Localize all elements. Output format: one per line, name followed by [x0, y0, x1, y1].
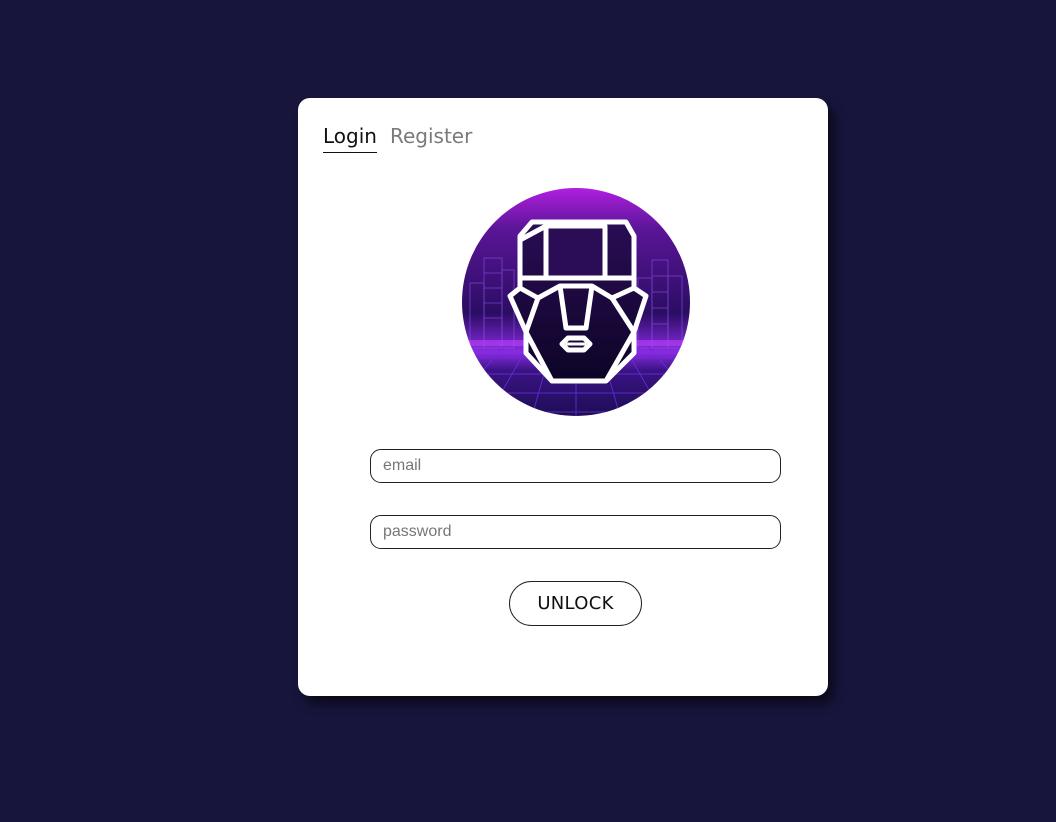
unlock-button[interactable]: UNLOCK	[509, 581, 642, 626]
auth-tabs: Login Register	[323, 122, 472, 153]
tab-login[interactable]: Login	[323, 122, 377, 153]
robot-face-icon	[462, 188, 690, 416]
email-input[interactable]	[370, 449, 781, 483]
tab-register[interactable]: Register	[390, 122, 472, 153]
login-card: Login Register email UNLOCK	[298, 98, 828, 696]
password-input[interactable]	[370, 515, 781, 549]
